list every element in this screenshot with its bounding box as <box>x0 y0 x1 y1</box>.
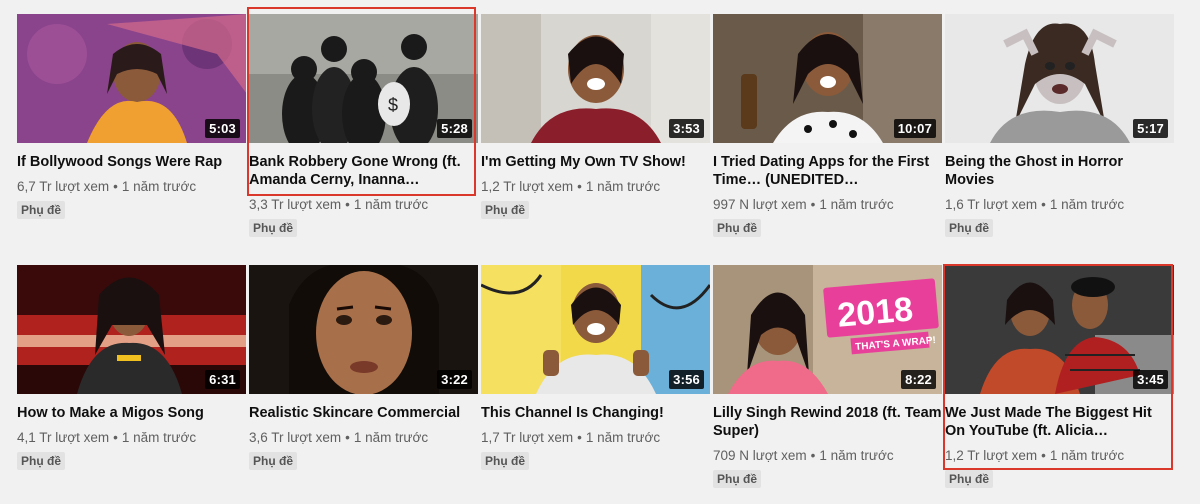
subtitles-badge: Phụ đề <box>713 470 762 488</box>
meta-separator: • <box>810 448 816 463</box>
video-meta: 1,2 Tr lượt xem • 1 năm trước <box>945 447 1174 465</box>
video-card[interactable]: 2018 THAT'S A WRAP! 8:22 Lilly Singh Rew… <box>713 265 942 488</box>
meta-separator: • <box>1041 197 1046 212</box>
overlay-year: 2018 <box>836 290 915 334</box>
meta-separator: • <box>113 179 118 194</box>
video-duration: 6:31 <box>205 370 240 389</box>
video-duration: 5:17 <box>1133 119 1168 138</box>
video-meta: 1,2 Tr lượt xem • 1 năm trước <box>481 178 710 196</box>
video-thumbnail[interactable]: 3:56 <box>481 265 710 394</box>
upload-age: 1 năm trước <box>353 430 429 445</box>
meta-separator: • <box>345 197 350 212</box>
video-card[interactable]: $ 5:28 Bank Robbery Gone Wrong (ft. Aman… <box>249 14 478 237</box>
video-thumbnail[interactable]: 3:22 <box>249 265 478 394</box>
video-thumbnail[interactable]: 6:31 <box>17 265 246 394</box>
view-count: 3,3 Tr lượt xem <box>249 197 342 212</box>
upload-age: 1 năm trước <box>585 430 661 445</box>
view-count: 709 N lượt xem <box>713 448 807 463</box>
subtitles-badge: Phụ đề <box>481 452 530 470</box>
upload-age: 1 năm trước <box>121 430 197 445</box>
video-card[interactable]: 10:07 I Tried Dating Apps for the First … <box>713 14 942 237</box>
video-thumbnail[interactable]: 3:53 <box>481 14 710 143</box>
subtitles-badge: Phụ đề <box>481 201 530 219</box>
video-thumbnail[interactable]: $ 5:28 <box>249 14 478 143</box>
video-duration: 3:53 <box>669 119 704 138</box>
video-meta: 3,3 Tr lượt xem • 1 năm trước <box>249 196 478 214</box>
video-thumbnail[interactable]: 2018 THAT'S A WRAP! 8:22 <box>713 265 942 394</box>
subtitles-badge: Phụ đề <box>945 470 994 488</box>
meta-separator: • <box>113 430 118 445</box>
video-card[interactable]: 5:17 Being the Ghost in Horror Movies 1,… <box>945 14 1174 237</box>
video-duration: 5:28 <box>437 119 472 138</box>
meta-separator: • <box>577 179 582 194</box>
video-meta: 3,6 Tr lượt xem • 1 năm trước <box>249 429 478 447</box>
video-duration: 3:45 <box>1133 370 1168 389</box>
video-meta: 4,1 Tr lượt xem • 1 năm trước <box>17 429 246 447</box>
subtitles-badge: Phụ đề <box>17 452 66 470</box>
video-title[interactable]: If Bollywood Songs Were Rap <box>17 153 246 171</box>
video-title[interactable]: Realistic Skincare Commercial <box>249 404 478 422</box>
video-card[interactable]: 5:03 If Bollywood Songs Were Rap 6,7 Tr … <box>17 14 246 219</box>
video-title[interactable]: We Just Made The Biggest Hit On YouTube … <box>945 404 1174 440</box>
view-count: 1,2 Tr lượt xem <box>481 179 574 194</box>
video-duration: 3:22 <box>437 370 472 389</box>
meta-separator: • <box>577 430 582 445</box>
video-duration: 5:03 <box>205 119 240 138</box>
view-count: 1,7 Tr lượt xem <box>481 430 574 445</box>
video-card[interactable]: 3:45 We Just Made The Biggest Hit On You… <box>945 265 1174 488</box>
video-title[interactable]: Lilly Singh Rewind 2018 (ft. Team Super) <box>713 404 942 440</box>
video-title[interactable]: I Tried Dating Apps for the First Time… … <box>713 153 942 189</box>
meta-separator: • <box>810 197 816 212</box>
view-count: 1,2 Tr lượt xem <box>945 448 1038 463</box>
meta-separator: • <box>1041 448 1046 463</box>
video-thumbnail[interactable]: 3:45 <box>945 265 1174 394</box>
subtitles-badge: Phụ đề <box>17 201 66 219</box>
video-thumbnail[interactable]: 10:07 <box>713 14 942 143</box>
video-thumbnail[interactable]: 5:03 <box>17 14 246 143</box>
video-duration: 8:22 <box>901 370 936 389</box>
video-title[interactable]: Bank Robbery Gone Wrong (ft. Amanda Cern… <box>249 153 478 189</box>
video-title[interactable]: Being the Ghost in Horror Movies <box>945 153 1174 189</box>
upload-age: 1 năm trước <box>1049 197 1125 212</box>
subtitles-badge: Phụ đề <box>713 219 762 237</box>
view-count: 4,1 Tr lượt xem <box>17 430 110 445</box>
meta-separator: • <box>345 430 350 445</box>
video-title[interactable]: This Channel Is Changing! <box>481 404 710 422</box>
svg-text:$: $ <box>388 95 398 115</box>
view-count: 3,6 Tr lượt xem <box>249 430 342 445</box>
video-meta: 6,7 Tr lượt xem • 1 năm trước <box>17 178 246 196</box>
view-count: 1,6 Tr lượt xem <box>945 197 1038 212</box>
video-card[interactable]: 3:53 I'm Getting My Own TV Show! 1,2 Tr … <box>481 14 710 219</box>
video-duration: 3:56 <box>669 370 704 389</box>
upload-age: 1 năm trước <box>585 179 661 194</box>
subtitles-badge: Phụ đề <box>945 219 994 237</box>
upload-age: 1 năm trước <box>1049 448 1125 463</box>
upload-age: 1 năm trước <box>353 197 429 212</box>
video-meta: 1,6 Tr lượt xem • 1 năm trước <box>945 196 1174 214</box>
video-card[interactable]: 6:31 How to Make a Migos Song 4,1 Tr lượ… <box>17 265 246 470</box>
upload-age: 1 năm trước <box>819 448 894 463</box>
video-title[interactable]: How to Make a Migos Song <box>17 404 246 422</box>
video-title[interactable]: I'm Getting My Own TV Show! <box>481 153 710 171</box>
view-count: 6,7 Tr lượt xem <box>17 179 110 194</box>
upload-age: 1 năm trước <box>819 197 894 212</box>
video-meta: 1,7 Tr lượt xem • 1 năm trước <box>481 429 710 447</box>
video-card[interactable]: 3:56 This Channel Is Changing! 1,7 Tr lư… <box>481 265 710 470</box>
video-thumbnail[interactable]: 5:17 <box>945 14 1174 143</box>
video-meta: 997 N lượt xem • 1 năm trước <box>713 196 942 214</box>
subtitles-badge: Phụ đề <box>249 452 298 470</box>
video-duration: 10:07 <box>893 119 936 138</box>
view-count: 997 N lượt xem <box>713 197 807 212</box>
video-meta: 709 N lượt xem • 1 năm trước <box>713 447 942 465</box>
subtitles-badge: Phụ đề <box>249 219 298 237</box>
upload-age: 1 năm trước <box>121 179 197 194</box>
video-card[interactable]: 3:22 Realistic Skincare Commercial 3,6 T… <box>249 265 478 470</box>
